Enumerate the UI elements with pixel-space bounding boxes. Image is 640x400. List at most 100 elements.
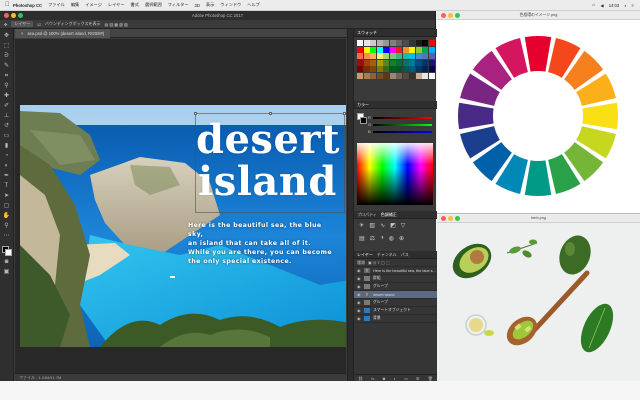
wifi-icon[interactable]: ◠ [592, 3, 596, 8]
swatch-cell[interactable] [370, 59, 376, 66]
align-icons[interactable]: ▤ ▥ ▦ ▧ ▨ [104, 22, 127, 27]
slider-r[interactable]: R [368, 115, 432, 120]
transform-handle[interactable] [194, 112, 197, 115]
menu-app-name[interactable]: Photoshop CC [13, 3, 42, 8]
swatch-cell[interactable] [383, 59, 389, 66]
swatch-cell[interactable] [389, 72, 396, 79]
swatch-cell[interactable] [409, 72, 415, 79]
menu-item-filter[interactable]: フィルター [168, 2, 189, 8]
swatch-cell[interactable] [357, 59, 363, 66]
swatch-cell[interactable] [396, 66, 402, 72]
transform-bounding-box[interactable] [194, 112, 346, 213]
swatch-cell[interactable] [396, 72, 402, 79]
color-balance-icon[interactable]: ⚖ [370, 235, 375, 242]
document-canvas[interactable]: desert island Here is the beautiful sea,… [20, 105, 346, 347]
visibility-eye-icon[interactable]: ◉ [357, 300, 361, 305]
menu-list-icon[interactable]: ≡ [632, 3, 634, 8]
swatch-cell[interactable] [363, 66, 370, 72]
swatch-cell[interactable] [422, 40, 428, 46]
body-copy[interactable]: Here is the beautiful sea, the blue sky,… [188, 221, 338, 266]
brush-tool-icon[interactable]: ✐ [2, 102, 11, 110]
swatch-cell[interactable] [402, 72, 409, 79]
swatch-cell[interactable] [396, 46, 402, 53]
layer-row[interactable]: ◉ グループ [354, 283, 437, 291]
stamp-tool-icon[interactable]: ⊥ [2, 112, 11, 120]
hand-tool-icon[interactable]: ✋ [2, 212, 11, 220]
swatch-cell[interactable] [357, 46, 363, 53]
hue-icon[interactable]: ▤ [359, 235, 365, 242]
layer-row[interactable]: ◉ グループ [354, 299, 437, 307]
levels-icon[interactable]: ▥ [369, 222, 375, 229]
swatch-cell[interactable] [415, 46, 422, 53]
swatch-cell[interactable] [376, 59, 383, 66]
brightness-icon[interactable]: ☀ [359, 222, 364, 229]
layer-row[interactable]: ◉ スマートオブジェクト [354, 307, 437, 315]
swatch-cell[interactable] [422, 59, 428, 66]
close-window-button[interactable] [441, 13, 446, 18]
transform-checkbox[interactable]: ☑ [37, 22, 41, 27]
swatch-cell[interactable] [363, 59, 370, 66]
swatch-cell[interactable] [415, 53, 422, 59]
vibrance-icon[interactable]: ▽ [401, 222, 406, 229]
swatch-cell[interactable] [428, 53, 435, 59]
transform-handle[interactable] [343, 112, 346, 115]
swatch-cell[interactable] [370, 46, 376, 53]
swatch-cell[interactable] [402, 46, 409, 53]
transform-handle[interactable] [269, 112, 272, 115]
marquee-tool-icon[interactable]: ⬚ [2, 42, 11, 50]
menu-item-select[interactable]: 選択範囲 [145, 2, 162, 8]
swatch-cell[interactable] [415, 72, 422, 79]
dodge-tool-icon[interactable]: ◐ [2, 162, 11, 170]
quick-mask-icon[interactable]: ◙ [2, 258, 11, 266]
swatch-cell[interactable] [389, 40, 396, 46]
swatch-cell[interactable] [376, 53, 383, 59]
swatch-cell[interactable] [376, 72, 383, 79]
more-tools-icon[interactable]: ⋯ [2, 232, 11, 240]
folder-icon[interactable]: ▭ [404, 376, 408, 381]
swatch-cell[interactable] [396, 59, 402, 66]
slider-g[interactable]: G [368, 122, 432, 127]
tab-paths[interactable]: パス [401, 252, 409, 258]
swatch-cell[interactable] [357, 40, 363, 46]
swatch-cell[interactable] [409, 66, 415, 72]
swatch-cell[interactable] [383, 46, 389, 53]
tab-channels[interactable]: チャンネル [377, 252, 397, 258]
menu-item-file[interactable]: ファイル [48, 2, 65, 8]
document-tab[interactable]: × sea.psd @ 100% (desert island, RGB/8#) [15, 28, 111, 38]
canvas-area[interactable]: desert island Here is the beautiful sea,… [15, 39, 346, 373]
swatch-cell[interactable] [428, 40, 435, 46]
close-window-button[interactable] [441, 216, 446, 221]
apple-icon[interactable]:  [5, 2, 13, 8]
swatch-cell[interactable] [402, 66, 409, 72]
tab-color[interactable]: カラー [357, 102, 369, 108]
swatch-cell[interactable] [363, 53, 370, 59]
swatch-cell[interactable] [389, 53, 396, 59]
menu-item-image[interactable]: イメージ [85, 2, 102, 8]
slider-b[interactable]: B [368, 129, 432, 134]
tab-layers[interactable]: レイヤー [357, 252, 373, 258]
layer-row[interactable]: ◉ 群組 [354, 275, 437, 283]
swatch-cell[interactable] [363, 46, 370, 53]
swatch-cell[interactable] [422, 66, 428, 72]
photo-filter-icon[interactable]: ◍ [389, 235, 394, 242]
bg-color-chip[interactable] [360, 117, 367, 124]
swatch-cell[interactable] [389, 46, 396, 53]
zoom-window-button[interactable] [455, 13, 460, 18]
filter-kind[interactable]: 種類 [357, 260, 365, 266]
swatch-cell[interactable] [370, 66, 376, 72]
swatch-cell[interactable] [409, 59, 415, 66]
exposure-icon[interactable]: ◩ [390, 222, 396, 229]
filter-icons[interactable]: ▣ ◎ T ▢ ⬚ [368, 260, 390, 265]
menu-item-view[interactable]: 表示 [206, 2, 214, 8]
screen-mode-icon[interactable]: ▣ [2, 268, 11, 276]
swatch-cell[interactable] [428, 66, 435, 72]
layer-row[interactable]: ◉ Tdesert island [354, 291, 437, 299]
swatch-cell[interactable] [428, 59, 435, 66]
swatch-cell[interactable] [376, 66, 383, 72]
swatch-cell[interactable] [402, 40, 409, 46]
adjust-layer-icon[interactable]: ◐ [393, 376, 395, 381]
swatch-cell[interactable] [357, 53, 363, 59]
search-icon[interactable]: ⌕ [624, 3, 626, 8]
swatch-cell[interactable] [422, 72, 428, 79]
visibility-eye-icon[interactable]: ◉ [357, 308, 361, 313]
